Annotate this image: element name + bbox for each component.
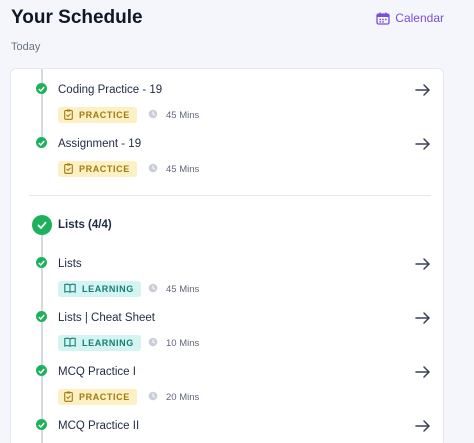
- item-title[interactable]: Assignment - 19: [58, 138, 141, 150]
- check-icon: [36, 137, 47, 148]
- clipboard-icon: [64, 109, 73, 122]
- page-title: Your Schedule: [11, 7, 143, 28]
- badge-label: PRACTICE: [79, 164, 130, 174]
- arrow-right-icon[interactable]: [415, 419, 431, 433]
- duration-label: 20 Mins: [166, 392, 200, 403]
- badge-label: LEARNING: [82, 338, 134, 348]
- practice-badge: PRACTICE: [58, 161, 137, 177]
- duration-label: 45 Mins: [166, 110, 200, 121]
- timeline-line: [41, 219, 43, 443]
- arrow-right-icon[interactable]: [415, 83, 431, 97]
- learning-badge: LEARNING: [58, 281, 141, 297]
- calendar-button[interactable]: Calendar: [376, 11, 444, 25]
- duration: 45 Mins: [148, 109, 199, 122]
- clock-icon: [148, 109, 158, 122]
- practice-badge: PRACTICE: [58, 107, 137, 123]
- duration-label: 45 Mins: [166, 284, 200, 295]
- duration: 45 Mins: [148, 163, 199, 176]
- book-icon: [64, 337, 76, 349]
- badge-label: PRACTICE: [79, 110, 130, 120]
- item-title[interactable]: MCQ Practice I: [58, 366, 136, 378]
- arrow-right-icon[interactable]: [415, 365, 431, 379]
- check-icon: [36, 311, 47, 322]
- check-icon: [36, 365, 47, 376]
- item-title[interactable]: Lists: [58, 258, 82, 270]
- schedule-card: Coding Practice - 19 PRACTICE 45 Mins As…: [10, 68, 444, 443]
- check-icon: [36, 83, 47, 94]
- badge-label: LEARNING: [82, 284, 134, 294]
- calendar-icon: [376, 12, 390, 25]
- arrow-right-icon[interactable]: [415, 257, 431, 271]
- duration-label: 45 Mins: [166, 164, 200, 175]
- item-title[interactable]: Lists | Cheat Sheet: [58, 312, 155, 324]
- section-divider: [29, 195, 431, 196]
- clock-icon: [148, 163, 158, 176]
- today-label: Today: [11, 41, 41, 53]
- arrow-right-icon[interactable]: [415, 311, 431, 325]
- clipboard-icon: [64, 163, 73, 176]
- clock-icon: [148, 391, 158, 404]
- clock-icon: [148, 337, 158, 350]
- duration: 20 Mins: [148, 391, 199, 404]
- badge-label: PRACTICE: [79, 392, 130, 402]
- practice-badge: PRACTICE: [58, 389, 137, 405]
- clipboard-icon: [64, 391, 73, 404]
- duration-label: 10 Mins: [166, 338, 200, 349]
- check-icon: [36, 419, 47, 430]
- duration: 45 Mins: [148, 283, 199, 296]
- calendar-label: Calendar: [395, 11, 444, 25]
- item-title[interactable]: Coding Practice - 19: [58, 84, 162, 96]
- timeline-line: [41, 69, 43, 145]
- clock-icon: [148, 283, 158, 296]
- section-title[interactable]: Lists (4/4): [58, 219, 112, 231]
- book-icon: [64, 283, 76, 295]
- duration: 10 Mins: [148, 337, 199, 350]
- arrow-right-icon[interactable]: [415, 137, 431, 151]
- check-icon: [36, 257, 47, 268]
- schedule-page: Your Schedule Calendar Today Coding Prac…: [0, 0, 474, 443]
- learning-badge: LEARNING: [58, 335, 141, 351]
- check-circle-icon: [32, 215, 52, 235]
- item-title[interactable]: MCQ Practice II: [58, 420, 139, 432]
